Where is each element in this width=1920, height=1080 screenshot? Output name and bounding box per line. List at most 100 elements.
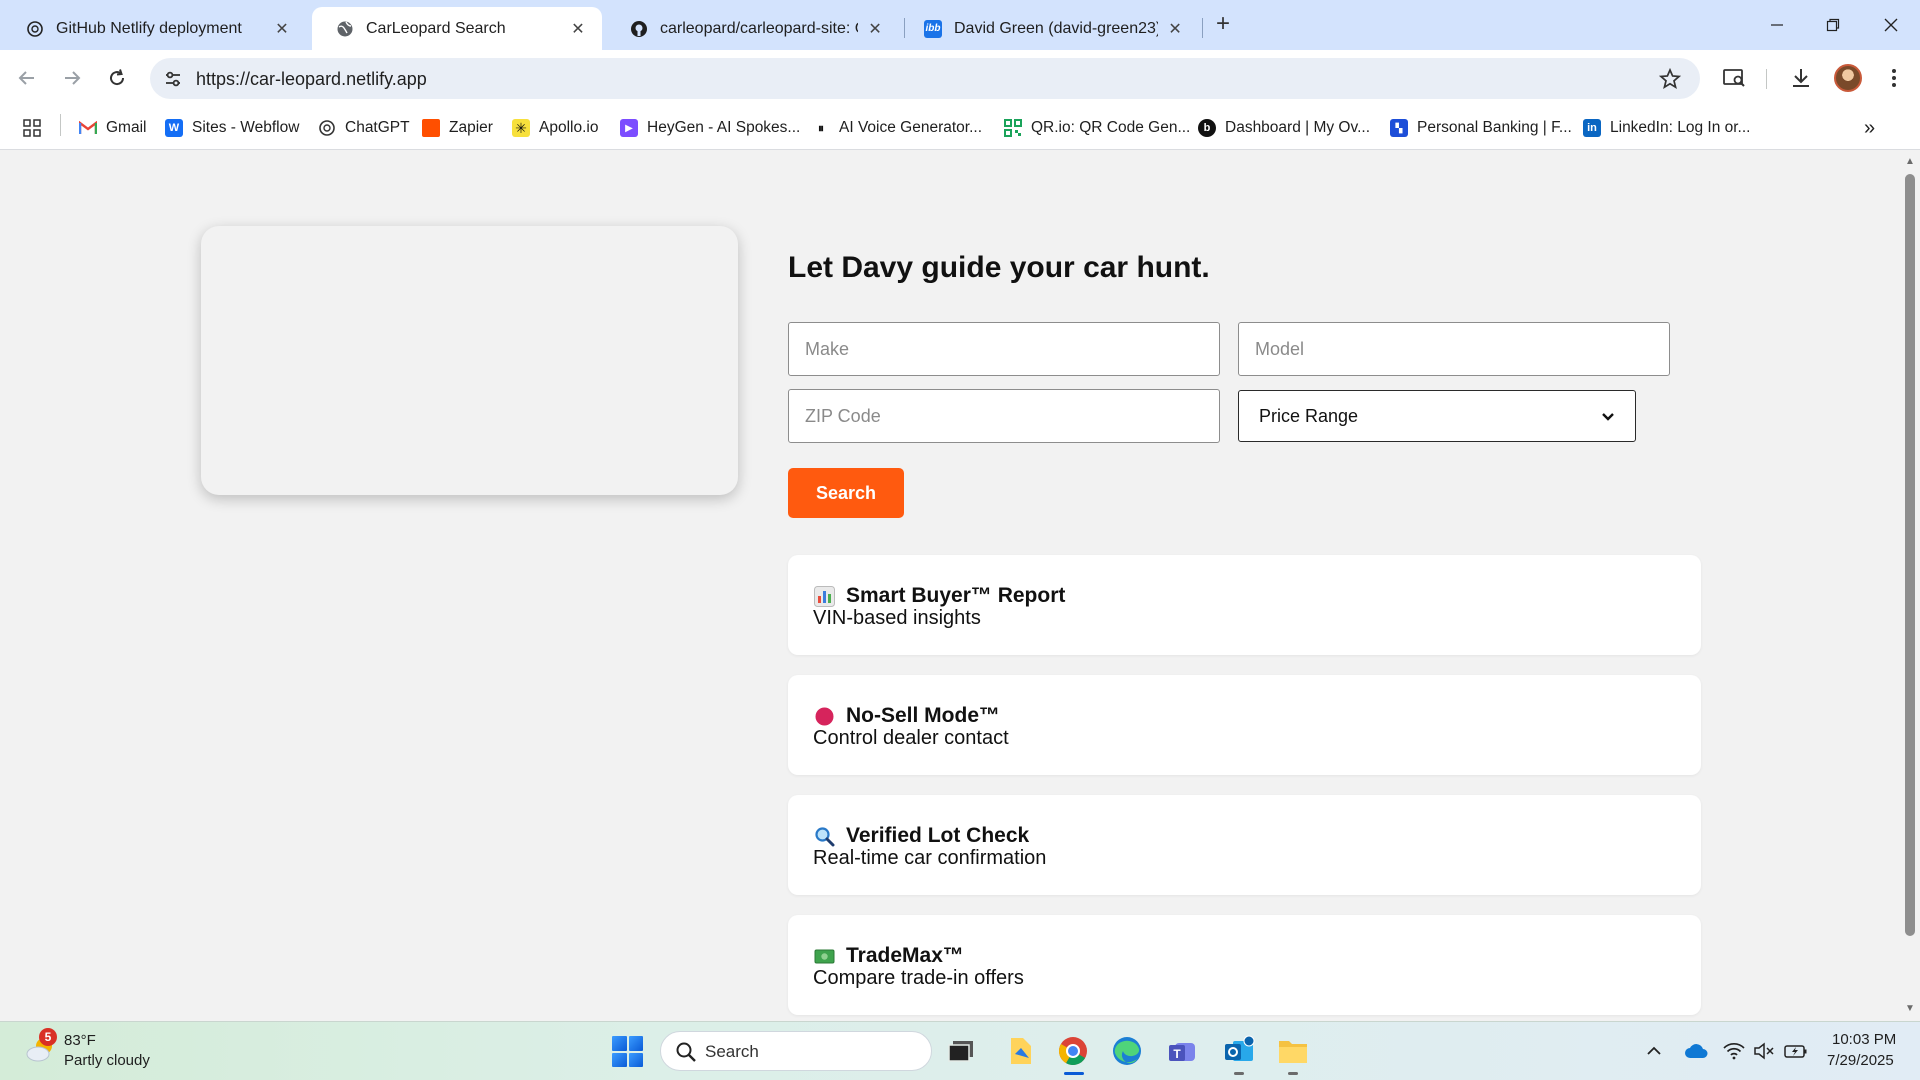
wifi-icon[interactable] (1722, 1040, 1746, 1062)
file-explorer-icon[interactable] (1276, 1034, 1310, 1068)
restore-icon[interactable] (1818, 10, 1848, 40)
new-tab-button[interactable]: + (1210, 12, 1236, 38)
bookmark-webflow[interactable]: W Sites - Webflow (165, 116, 299, 140)
bookmark-label: Personal Banking | F... (1417, 119, 1572, 136)
close-tab-icon[interactable]: ✕ (568, 19, 588, 39)
bookmark-linkedin[interactable]: in LinkedIn: Log In or... (1583, 116, 1750, 140)
scroll-down-arrow-icon[interactable]: ▼ (1904, 1004, 1916, 1014)
start-tile (612, 1036, 627, 1051)
clock-time[interactable]: 10:03 PM (1832, 1031, 1896, 1048)
make-input[interactable] (788, 322, 1220, 376)
webflow-icon: W (165, 119, 183, 137)
feature-description: VIN-based insights (813, 607, 981, 629)
weather-temperature[interactable]: 83°F (64, 1032, 96, 1049)
reload-icon[interactable] (102, 63, 132, 93)
site-info-icon[interactable] (162, 68, 184, 90)
feature-card-trademax[interactable]: TradeMax™ Compare trade-in offers (788, 915, 1701, 1015)
back-arrow-icon[interactable] (12, 63, 42, 93)
chevron-up-icon[interactable] (1642, 1040, 1666, 1062)
search-icon (675, 1041, 697, 1063)
speaker-muted-icon[interactable] (1752, 1040, 1776, 1062)
apollo-icon: ✳ (512, 119, 530, 137)
bookmark-label: Sites - Webflow (192, 119, 300, 136)
tab-github-netlify[interactable]: GitHub Netlify deployment ✕ (2, 7, 306, 50)
feature-card-verified-lot[interactable]: Verified Lot Check Real-time car confirm… (788, 795, 1701, 895)
search-button[interactable]: Search (788, 468, 904, 518)
bookmark-star-icon[interactable] (1658, 67, 1682, 91)
edge-icon[interactable] (1110, 1034, 1144, 1068)
bookmark-label: QR.io: QR Code Gen... (1031, 119, 1191, 136)
url-text[interactable]: https://car-leopard.netlify.app (196, 69, 427, 90)
cast-search-icon[interactable] (1720, 64, 1748, 92)
bookmark-chatgpt[interactable]: ChatGPT (318, 116, 410, 140)
bookmark-ai-voice[interactable]: ⏸ AI Voice Generator... (812, 116, 982, 140)
model-input[interactable] (1238, 322, 1670, 376)
scroll-up-arrow-icon[interactable]: ▲ (1904, 157, 1916, 167)
download-icon[interactable] (1787, 64, 1815, 92)
taskbar-search-box[interactable]: Search (660, 1031, 932, 1071)
pause-bars-icon: ⏸ (817, 120, 824, 135)
task-view-icon[interactable] (944, 1034, 978, 1068)
bookmark-label: AI Voice Generator... (839, 119, 983, 136)
github-icon (630, 20, 648, 38)
windows-start-icon[interactable] (612, 1036, 643, 1067)
bookmark-apollo[interactable]: ✳ Apollo.io (512, 116, 598, 140)
zip-code-input[interactable] (788, 389, 1220, 443)
vertical-scrollbar[interactable]: ▲ ▼ (1900, 151, 1920, 1021)
battery-charging-icon[interactable] (1784, 1040, 1808, 1062)
outlook-icon[interactable] (1222, 1034, 1256, 1068)
bookmark-label: HeyGen - AI Spokes... (647, 119, 801, 136)
chatgpt-icon (26, 20, 44, 38)
toolbar-divider (1766, 69, 1767, 89)
bookmark-label: Dashboard | My Ov... (1225, 119, 1371, 136)
onedrive-cloud-icon[interactable] (1684, 1040, 1708, 1062)
windows-taskbar: 5 83°F Partly cloudy Search T 10:03 PM 7… (0, 1021, 1920, 1080)
close-window-icon[interactable] (1876, 10, 1906, 40)
minimize-icon[interactable] (1762, 10, 1792, 40)
price-range-select[interactable]: Price Range (1238, 390, 1636, 442)
outlook-open-indicator (1234, 1072, 1244, 1075)
bookmark-personal-banking[interactable]: ▚ Personal Banking | F... (1390, 116, 1572, 140)
more-bookmarks-chevron-icon[interactable]: » (1864, 116, 1875, 140)
feature-description: Compare trade-in offers (813, 967, 1024, 989)
gmail-icon (79, 119, 97, 137)
chevron-down-icon (1601, 406, 1615, 427)
forward-arrow-icon[interactable] (57, 63, 87, 93)
ibb-icon: ibb (924, 19, 942, 38)
profile-avatar[interactable] (1834, 64, 1862, 92)
menu-kebab-icon[interactable] (1880, 64, 1908, 92)
bookmark-heygen[interactable]: ▶ HeyGen - AI Spokes... (620, 116, 800, 140)
chatgpt-icon (318, 119, 336, 137)
bookmarks-bar: Gmail W Sites - Webflow ChatGPT Zapier ✳… (0, 107, 1920, 150)
close-tab-icon[interactable]: ✕ (1166, 19, 1184, 39)
dashboard-icon: b (1198, 119, 1216, 137)
tab-github-repo[interactable]: carleopard/carleopard-site: Car ✕ (606, 7, 898, 50)
clock-date[interactable]: 7/29/2025 (1827, 1052, 1894, 1069)
teams-icon[interactable]: T (1166, 1034, 1200, 1068)
apps-grid-icon[interactable] (22, 116, 42, 140)
chrome-icon[interactable] (1056, 1034, 1090, 1068)
page-content: Let Davy guide your car hunt. Price Rang… (0, 151, 1900, 1021)
page-headline: Let Davy guide your car hunt. (788, 251, 1210, 284)
tab-carleopard-search[interactable]: CarLeopard Search ✕ (312, 7, 602, 50)
feature-description: Real-time car confirmation (813, 847, 1047, 869)
bookmark-gmail[interactable]: Gmail (79, 116, 146, 140)
scrollbar-thumb[interactable] (1905, 174, 1915, 936)
weather-description[interactable]: Partly cloudy (64, 1052, 150, 1069)
tab-separator (1202, 18, 1203, 38)
linkedin-icon: in (1583, 119, 1601, 137)
tab-david-green[interactable]: ibb David Green (david-green23) — ✕ (900, 7, 1198, 50)
close-tab-icon[interactable]: ✕ (866, 19, 884, 39)
bookmark-qrio[interactable]: QR.io: QR Code Gen... (1004, 116, 1190, 140)
bookmark-dashboard[interactable]: b Dashboard | My Ov... (1198, 116, 1370, 140)
zapier-icon (422, 119, 440, 137)
address-bar[interactable]: https://car-leopard.netlify.app (150, 58, 1700, 99)
price-range-value: Price Range (1259, 405, 1359, 426)
bookmark-zapier[interactable]: Zapier (422, 116, 493, 140)
close-tab-icon[interactable]: ✕ (272, 19, 292, 39)
feature-card-no-sell[interactable]: No-Sell Mode™ Control dealer contact (788, 675, 1701, 775)
tab-title: CarLeopard Search (366, 19, 506, 37)
tab-strip: GitHub Netlify deployment ✕ CarLeopard S… (0, 0, 1920, 50)
file-manager-shortcut-icon[interactable] (1004, 1034, 1038, 1068)
feature-card-smart-buyer[interactable]: Smart Buyer™ Report VIN-based insights (788, 555, 1701, 655)
